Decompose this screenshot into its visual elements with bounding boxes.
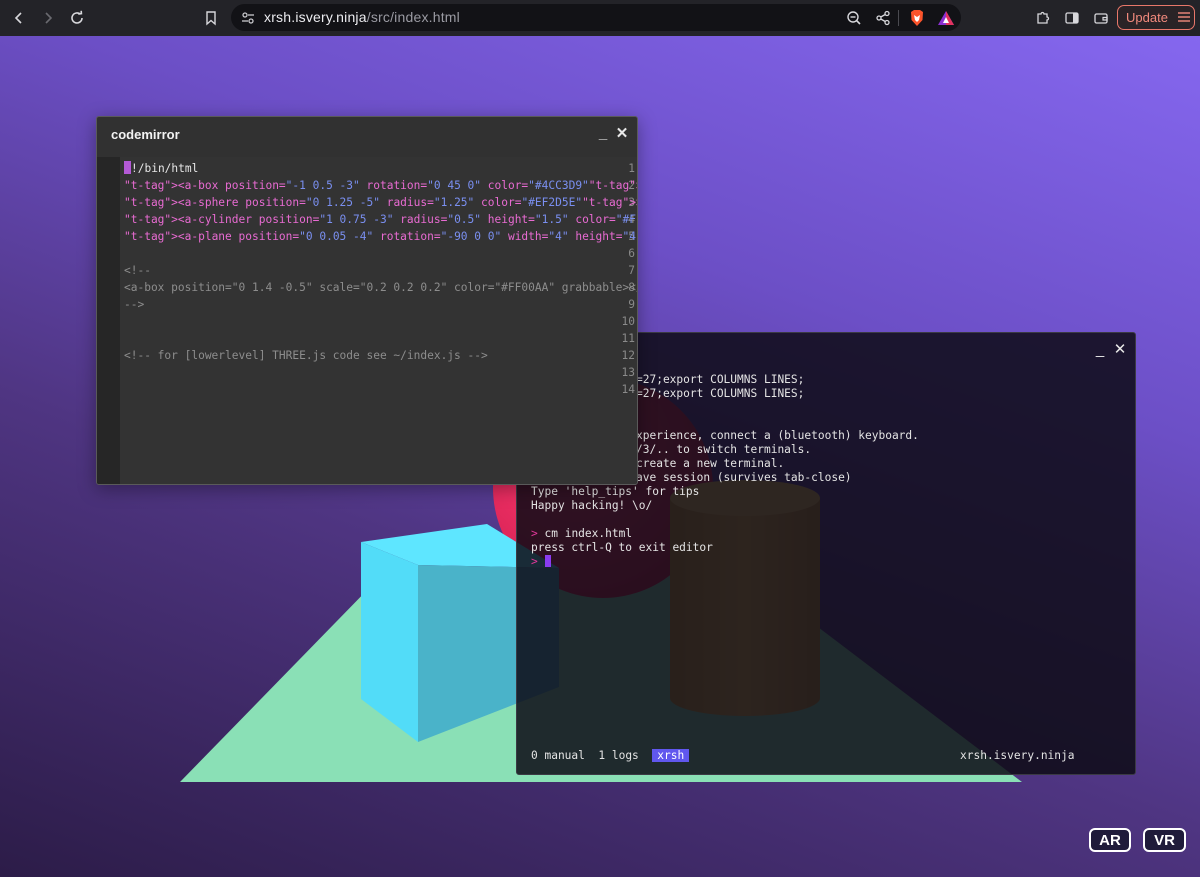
line-number: 9 bbox=[628, 298, 635, 311]
ar-button[interactable]: AR bbox=[1089, 828, 1131, 852]
urlbar-divider bbox=[898, 10, 899, 26]
window-title: codemirror bbox=[111, 126, 180, 142]
terminal-line: /3/.. to switch terminals. bbox=[636, 443, 812, 456]
update-button[interactable]: Update bbox=[1117, 5, 1195, 30]
minimize-button[interactable]: _ bbox=[1091, 339, 1109, 359]
status-active-tab[interactable]: xrsh bbox=[652, 749, 690, 762]
terminal-line: =27;export COLUMNS LINES; bbox=[636, 373, 805, 386]
browser-toolbar: xrsh.isvery.ninja/src/index.html Update bbox=[0, 0, 1200, 36]
terminal-input-line[interactable]: > bbox=[531, 555, 551, 568]
back-icon[interactable] bbox=[8, 7, 30, 29]
status-host: xrsh.isvery.ninja bbox=[960, 749, 1075, 762]
menu-icon bbox=[1177, 10, 1190, 25]
close-button[interactable]: ✕ bbox=[1111, 339, 1129, 359]
sidebar-icon[interactable] bbox=[1061, 7, 1083, 29]
prompt-symbol: > bbox=[531, 555, 538, 568]
update-label: Update bbox=[1126, 10, 1168, 25]
code-line: <!-- for [lowerlevel] THREE.js code see … bbox=[124, 349, 488, 362]
terminal-status-bar: 0 manual 1 logs xrsh bbox=[531, 749, 690, 762]
rewards-icon[interactable] bbox=[935, 7, 957, 29]
close-button[interactable]: ✕ bbox=[613, 123, 631, 143]
line-number-gutter bbox=[97, 157, 120, 484]
code-line: !/bin/html bbox=[124, 160, 198, 177]
code-line: "t-tag"><a-plane position="0 0.05 -4" ro… bbox=[124, 230, 637, 243]
codemirror-window[interactable]: codemirror _ ✕ 1 2 3 4 5 7 8 9 10 11 12 … bbox=[96, 116, 638, 485]
code-text: !/bin/html bbox=[131, 162, 199, 175]
zoom-out-icon[interactable] bbox=[843, 7, 865, 29]
terminal-line: ave session (survives tab-close) bbox=[636, 471, 852, 484]
codemirror-titlebar[interactable]: codemirror _ ✕ bbox=[97, 117, 637, 151]
url-path: /src/index.html bbox=[366, 9, 460, 25]
terminal-line: xperience, connect a (bluetooth) keyboar… bbox=[636, 429, 919, 442]
code-line: "t-tag"><a-sphere position="0 1.25 -5" r… bbox=[124, 196, 637, 209]
brave-shields-icon[interactable] bbox=[906, 7, 928, 29]
vr-button[interactable]: VR bbox=[1143, 828, 1186, 852]
code-line: <a-box position="0 1.4 -0.5" scale="0.2 … bbox=[124, 281, 638, 294]
line-number: 13 bbox=[621, 366, 635, 379]
line-number: 10 bbox=[621, 315, 635, 328]
bookmark-icon[interactable] bbox=[200, 7, 222, 29]
terminal-line: Happy hacking! \o/ bbox=[531, 499, 653, 512]
site-settings-icon[interactable] bbox=[237, 7, 259, 29]
extensions-icon[interactable] bbox=[1032, 7, 1054, 29]
url-host: xrsh.isvery.ninja bbox=[264, 9, 367, 25]
code-line: --> bbox=[124, 298, 145, 311]
line-number: 11 bbox=[621, 332, 635, 345]
forward-icon[interactable] bbox=[37, 7, 59, 29]
code-line: "t-tag"><a-box position="-1 0.5 -3" rota… bbox=[124, 179, 637, 192]
code-editor[interactable]: 1 2 3 4 5 7 8 9 10 11 12 13 14 6 !/bin/h… bbox=[97, 157, 637, 484]
code-line: <!-- bbox=[124, 264, 151, 277]
prompt-symbol: > bbox=[531, 527, 538, 540]
terminal-line: create a new terminal. bbox=[636, 457, 785, 470]
terminal-line: Type 'help_tips' for tips bbox=[531, 485, 700, 498]
terminal-command: cm index.html bbox=[544, 527, 633, 540]
status-logs[interactable]: 1 logs bbox=[598, 749, 638, 762]
line-number: 1 bbox=[628, 162, 635, 175]
terminal-line: =27;export COLUMNS LINES; bbox=[636, 387, 805, 400]
line-number: 14 bbox=[621, 383, 635, 396]
terminal-line: press ctrl-Q to exit editor bbox=[531, 541, 713, 554]
minimize-button[interactable]: _ bbox=[594, 123, 612, 143]
wallet-icon[interactable] bbox=[1090, 7, 1112, 29]
terminal-cursor bbox=[544, 555, 551, 567]
editor-cursor bbox=[124, 161, 131, 174]
reload-icon[interactable] bbox=[66, 7, 88, 29]
status-manual[interactable]: 0 manual bbox=[531, 749, 585, 762]
address-bar[interactable]: xrsh.isvery.ninja/src/index.html bbox=[231, 4, 961, 31]
code-line: "t-tag"><a-cylinder position="1 0.75 -3"… bbox=[124, 213, 637, 226]
url-text[interactable]: xrsh.isvery.ninja/src/index.html bbox=[264, 9, 460, 25]
share-icon[interactable] bbox=[872, 7, 894, 29]
line-number: 12 bbox=[621, 349, 635, 362]
terminal-command-line: > cm index.html bbox=[531, 527, 632, 540]
line-number: 7 bbox=[628, 264, 635, 277]
line-number: 6 bbox=[628, 247, 635, 260]
